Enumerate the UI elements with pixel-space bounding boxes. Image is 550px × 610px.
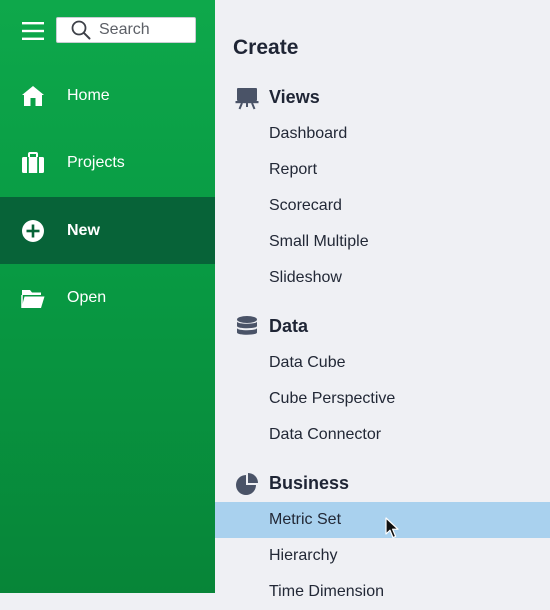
menu-item-label: Metric Set (269, 511, 342, 528)
menu-item-metric-set[interactable]: Metric Set (215, 502, 550, 538)
section-label-data: Data (269, 316, 309, 336)
search-input[interactable] (99, 21, 189, 39)
home-icon (21, 84, 45, 108)
section-header-business: Business (215, 469, 550, 499)
nav-item-new[interactable]: New (0, 197, 215, 264)
create-panel: Create Views Dashboard Report Scorecard … (215, 0, 550, 600)
menu-item-label: Report (269, 161, 318, 178)
menu-item-data-connector[interactable]: Data Connector (215, 417, 550, 453)
menu-item-label: Data Cube (269, 354, 346, 371)
briefcase-icon (21, 151, 45, 175)
menu-item-label: Hierarchy (269, 547, 338, 564)
menu-item-label: Time Dimension (269, 583, 384, 600)
hamburger-menu-icon[interactable] (22, 21, 44, 41)
menu-item-hierarchy[interactable]: Hierarchy (215, 538, 550, 574)
menu-item-label: Slideshow (269, 269, 342, 286)
menu-item-report[interactable]: Report (215, 152, 550, 188)
search-box[interactable] (56, 17, 196, 43)
section-label-views: Views (269, 87, 320, 107)
nav-item-projects[interactable]: Projects (0, 129, 215, 196)
menu-item-label: Scorecard (269, 197, 342, 214)
menu-item-label: Dashboard (269, 125, 348, 142)
page-title: Create (233, 36, 299, 59)
database-icon (237, 316, 257, 335)
nav-label-home: Home (67, 86, 110, 104)
section-header-data: Data (215, 312, 550, 342)
menu-item-label: Cube Perspective (269, 390, 396, 407)
menu-item-small-multiple[interactable]: Small Multiple (215, 224, 550, 260)
nav-label-new: New (67, 221, 100, 239)
section-label-business: Business (269, 473, 350, 493)
menu-item-scorecard[interactable]: Scorecard (215, 188, 550, 224)
menu-item-label: Data Connector (269, 426, 382, 443)
menu-item-label: Small Multiple (269, 233, 369, 250)
menu-item-cube-perspective[interactable]: Cube Perspective (215, 381, 550, 417)
pie-chart-icon (236, 473, 258, 495)
sidebar: Home Projects New (0, 0, 215, 593)
nav-item-home[interactable]: Home (0, 62, 215, 129)
nav-item-open[interactable]: Open (0, 264, 215, 331)
nav-label-open: Open (67, 288, 107, 306)
menu-item-dashboard[interactable]: Dashboard (215, 116, 550, 152)
plus-circle-icon (21, 219, 45, 243)
presentation-easel-icon (235, 88, 259, 110)
folder-open-icon (21, 286, 45, 310)
menu-item-slideshow[interactable]: Slideshow (215, 260, 550, 296)
search-icon (71, 20, 91, 40)
section-header-views: Views (215, 83, 550, 113)
menu-item-time-dimension[interactable]: Time Dimension (215, 574, 550, 610)
menu-item-data-cube[interactable]: Data Cube (215, 345, 550, 381)
nav-label-projects: Projects (67, 153, 125, 171)
